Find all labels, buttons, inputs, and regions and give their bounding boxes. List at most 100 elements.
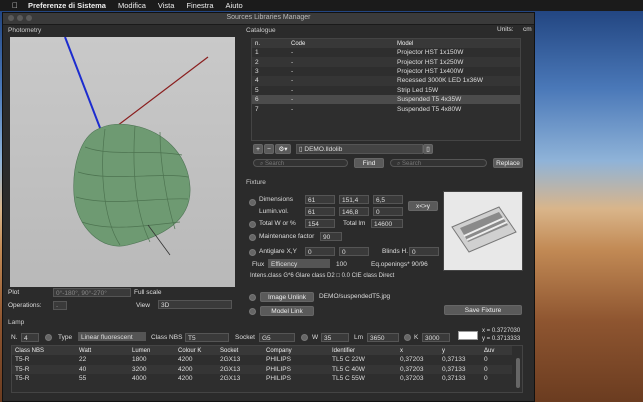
total-lm-field[interactable]: 14600: [371, 219, 403, 228]
kelvin-radio[interactable]: [404, 334, 411, 341]
col-colour-k[interactable]: Colour K: [175, 346, 217, 355]
kelvin-field[interactable]: 3000: [422, 333, 450, 342]
plot-select[interactable]: 0°-180°, 90°-270°: [53, 288, 131, 297]
table-row[interactable]: 1 - Projector HST 1x150W: [252, 48, 520, 57]
lamp-n-field[interactable]: 4: [21, 333, 39, 342]
table-row[interactable]: 4- Recessed 3000K LED 1x36W: [252, 76, 520, 86]
image-unlink-radio[interactable]: [249, 294, 256, 301]
cell-code: -: [291, 67, 294, 75]
fixture-image: [443, 191, 523, 271]
operations-select[interactable]: -: [53, 301, 67, 310]
table-row[interactable]: T5-R 40 3200 4200 2GX13 PHILIPS TL5 C 40W 0,372…: [12, 364, 512, 374]
colour-swatch[interactable]: [458, 331, 478, 340]
cell-company: PHILIPS: [266, 356, 291, 364]
col-lumen[interactable]: Lumen: [129, 346, 175, 355]
table-row[interactable]: 2- Projector HST 1x250W: [252, 57, 520, 67]
full-scale-label[interactable]: Full scale: [134, 289, 161, 296]
menu-aiuto[interactable]: Aiuto: [226, 1, 243, 10]
table-row[interactable]: 3 - Projector HST 1x400W: [252, 67, 520, 76]
fixture-label: Fixture: [246, 179, 266, 186]
cell-model: Projector HST 1x250W: [394, 57, 520, 67]
blinds-field[interactable]: 0: [409, 247, 439, 256]
chromaticity-x: x = 0.3727030: [482, 328, 521, 334]
lumin-z-field[interactable]: 0: [373, 207, 403, 216]
table-row[interactable]: 7 - Suspended T5 4x80W: [252, 104, 520, 113]
table-row[interactable]: T5-R 55 4000 4200 2GX13 PHILIPS TL5 C 55W 0,372…: [12, 374, 512, 384]
model-link-button[interactable]: Model Link: [260, 306, 314, 316]
col-identifier[interactable]: Identifier: [329, 346, 397, 355]
col-socket[interactable]: Socket: [217, 346, 263, 355]
col-company[interactable]: Company: [263, 346, 329, 355]
col-x[interactable]: x: [397, 346, 439, 355]
antiglare-x-field[interactable]: 0: [305, 247, 335, 256]
col-model[interactable]: Model: [394, 39, 520, 48]
table-row[interactable]: 5 - Strip Led 15W: [252, 86, 520, 95]
view-label: View: [136, 302, 150, 309]
col-class-nbs[interactable]: Class NBS: [12, 346, 76, 355]
units-value[interactable]: cm: [523, 26, 532, 33]
search-input[interactable]: ⌕ Search: [253, 159, 348, 167]
open-file-icon[interactable]: ▯: [423, 144, 433, 154]
dim-x-field[interactable]: 61: [305, 195, 335, 204]
menu-finestra[interactable]: Finestra: [186, 1, 213, 10]
add-icon[interactable]: +: [253, 144, 263, 154]
cell-code: -: [288, 76, 394, 86]
cell-watt: 40: [76, 364, 129, 374]
lamp-n-radio[interactable]: [45, 334, 52, 341]
table-row[interactable]: T5-R 22 1800 4200 2GX13 PHILIPS TL5 C 22W 0,372…: [12, 355, 512, 365]
lamp-type-select[interactable]: Linear fluorescent: [78, 332, 146, 341]
cell-class-nbs: T5-R: [15, 375, 30, 383]
cell-company: PHILIPS: [263, 364, 329, 374]
table-row-selected[interactable]: 6- Suspended T5 4x35W: [252, 94, 520, 105]
total-w-radio[interactable]: [249, 221, 256, 228]
watt-field[interactable]: 35: [321, 333, 349, 342]
flux-number[interactable]: 100: [334, 260, 364, 269]
save-fixture-button[interactable]: Save Fixture: [444, 305, 522, 315]
cell-identifier: TL5 C 40W: [329, 364, 397, 374]
remove-icon[interactable]: −: [264, 144, 274, 154]
class-nbs-field[interactable]: T5: [185, 333, 229, 342]
lamp-table-scrollbar[interactable]: [516, 358, 520, 388]
menu-app-name[interactable]: Preferenze di Sistema: [28, 1, 106, 10]
catalogue-table: n. Code Model 1- Projector HST 1x150W 2-P…: [252, 39, 520, 114]
gear-icon[interactable]: ⚙▾: [275, 144, 291, 154]
col-n[interactable]: n.: [252, 39, 288, 48]
lumin-x-field[interactable]: 61: [305, 207, 335, 216]
antiglare-y-field[interactable]: 0: [339, 247, 369, 256]
total-w-field[interactable]: 154: [305, 219, 335, 228]
lamp-table-container: Class NBS Watt Lumen Colour K Socket Com…: [11, 345, 523, 393]
dimensions-radio[interactable]: [249, 199, 256, 206]
dim-z-field[interactable]: 6,5: [373, 195, 403, 204]
col-y[interactable]: y: [439, 346, 481, 355]
socket-field[interactable]: G5: [259, 333, 295, 342]
dim-y-field[interactable]: 151,4: [339, 195, 369, 204]
image-unlink-button[interactable]: Image Unlink: [260, 292, 314, 302]
maintenance-radio[interactable]: [249, 234, 256, 241]
class-nbs-label: Class NBS: [151, 334, 183, 341]
maintenance-field[interactable]: 90: [320, 232, 342, 241]
cell-code: -: [288, 94, 394, 105]
replace-search-input[interactable]: ⌕ Search: [390, 159, 487, 167]
photometry-label: Photometry: [8, 27, 42, 34]
view-select[interactable]: 3D: [158, 300, 232, 309]
library-file-field[interactable]: ▯ DEMO.lldolib: [296, 144, 423, 154]
lumin-y-field[interactable]: 146,8: [339, 207, 369, 216]
replace-button[interactable]: Replace: [493, 158, 523, 168]
flux-select[interactable]: Efficency: [268, 259, 330, 268]
col-code[interactable]: Code: [288, 39, 394, 48]
col-delta-uv[interactable]: Δuv: [481, 346, 512, 355]
cell-n: 4: [252, 76, 288, 86]
model-link-radio[interactable]: [249, 308, 256, 315]
cell-company: PHILIPS: [266, 375, 291, 383]
apple-icon[interactable]: : [12, 1, 18, 10]
swap-xy-button[interactable]: x<>y: [408, 201, 438, 211]
photometry-3d-view[interactable]: [10, 36, 235, 287]
menu-vista[interactable]: Vista: [158, 1, 175, 10]
find-button[interactable]: Find: [354, 158, 384, 168]
antiglare-radio[interactable]: [249, 249, 256, 256]
plot-label: Plot: [8, 289, 20, 296]
lm-field[interactable]: 3650: [367, 333, 399, 342]
col-watt[interactable]: Watt: [76, 346, 129, 355]
watt-radio[interactable]: [301, 334, 308, 341]
menu-modifica[interactable]: Modifica: [118, 1, 146, 10]
